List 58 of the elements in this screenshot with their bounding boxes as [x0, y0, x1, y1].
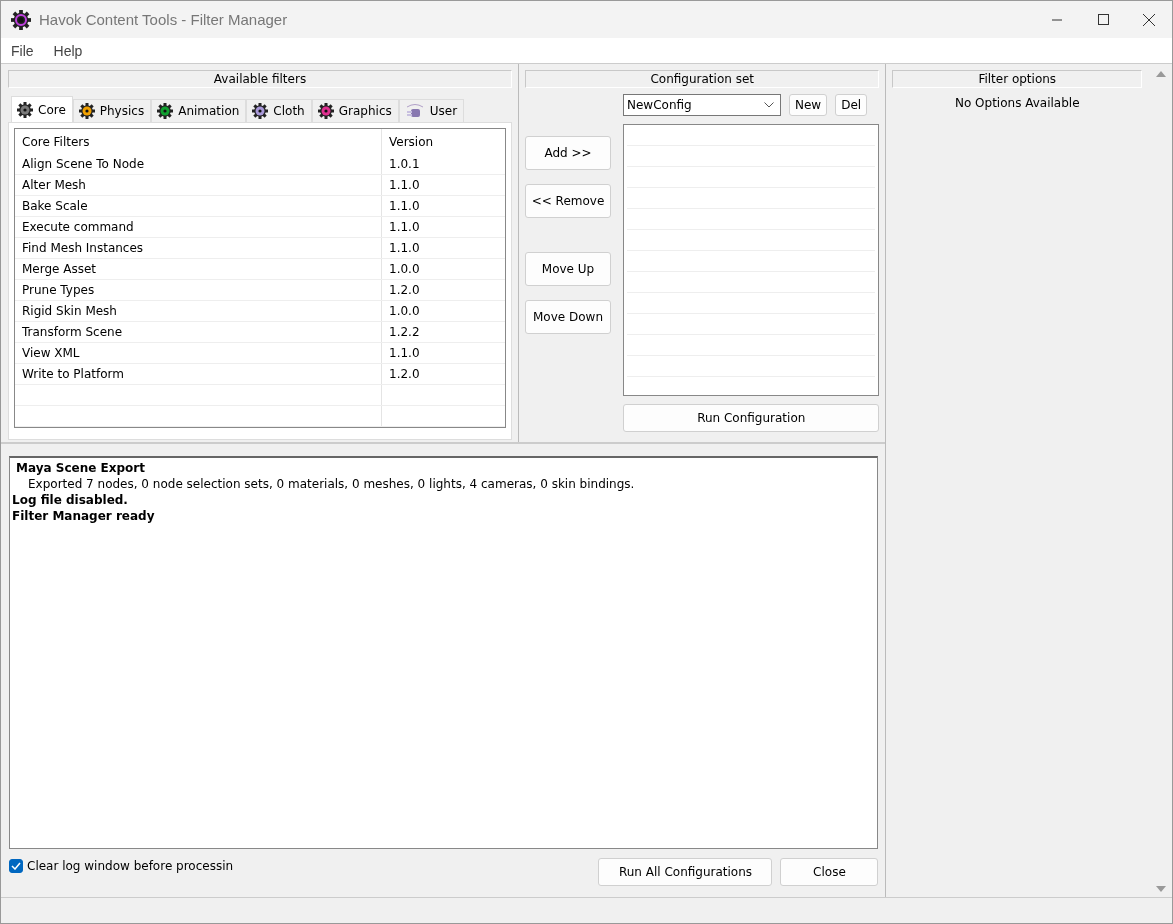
- table-cell-text: 1.1.0: [388, 198, 421, 215]
- table-cell: Execute command: [15, 217, 382, 237]
- checkbox[interactable]: [9, 859, 23, 873]
- config-dropdown[interactable]: NewConfig: [623, 94, 781, 116]
- maximize-icon[interactable]: [1097, 14, 1109, 25]
- run-configuration-button[interactable]: Run Configuration: [623, 404, 880, 432]
- column-header[interactable]: Version: [382, 129, 505, 154]
- table-cell-text: 1.1.0: [388, 177, 421, 194]
- log-line: Maya Scene Export: [15, 460, 146, 476]
- footer-button[interactable]: Run All Configurations: [598, 858, 773, 886]
- table-cell: Align Scene To Node: [15, 154, 382, 174]
- tab[interactable]: Physics: [72, 99, 152, 122]
- table-cell: Merge Asset: [15, 259, 382, 279]
- window-title: Havok Content Tools - Filter Manager: [39, 11, 289, 28]
- table-cell-text: 1.2.0: [388, 282, 421, 299]
- column-header[interactable]: Core Filters: [15, 129, 382, 154]
- panel-header: Available filters: [8, 70, 512, 88]
- table-cell: Find Mesh Instances: [15, 238, 382, 258]
- panel-header: Configuration set: [525, 70, 880, 88]
- log-line: Filter Manager ready: [12, 508, 156, 524]
- table-cell: Alter Mesh: [15, 175, 382, 195]
- close-icon[interactable]: [1143, 13, 1155, 26]
- menu-item[interactable]: Help: [47, 42, 89, 59]
- table-cell: Rigid Skin Mesh: [15, 301, 382, 321]
- app-logo-icon: [11, 9, 31, 30]
- plug-icon: [404, 103, 425, 119]
- table-cell-text: 1.0.1: [388, 156, 421, 173]
- move-button[interactable]: Move Down: [525, 300, 611, 334]
- log-line: Exported 7 nodes, 0 node selection sets, 0 materials, 0 meshes, 0 lights, 4 cameras, 0 skin bindings.: [27, 476, 636, 492]
- move-button[interactable]: << Remove: [525, 184, 611, 218]
- menu-item[interactable]: File: [5, 42, 40, 59]
- table-cell-text: 1.2.0: [388, 366, 421, 383]
- footer-button[interactable]: Close: [780, 858, 879, 886]
- log-line: Log file disabled.: [12, 492, 129, 508]
- table-cell: Prune Types: [15, 280, 382, 300]
- options-message: No Options Available: [953, 96, 1081, 110]
- table-cell-text: 1.1.0: [388, 240, 421, 257]
- table-cell: View XML: [15, 343, 382, 363]
- move-button[interactable]: Add >>: [525, 136, 611, 170]
- table-cell-text: 1.0.0: [388, 303, 421, 320]
- config-button[interactable]: New: [789, 94, 828, 116]
- checkbox-label: Clear log window before processin: [27, 859, 234, 873]
- move-button[interactable]: Move Up: [525, 252, 611, 286]
- table-cell-text: 1.1.0: [388, 345, 421, 362]
- table-cell-text: 1.2.2: [388, 324, 421, 341]
- panel-header: Filter options: [892, 70, 1143, 88]
- table-cell-text: 1.1.0: [388, 219, 421, 236]
- table-cell: Write to Platform: [15, 364, 382, 384]
- config-button[interactable]: Del: [835, 94, 868, 116]
- tab[interactable]: Cloth: [246, 99, 312, 122]
- tab[interactable]: Graphics: [311, 99, 399, 122]
- tab[interactable]: Core: [11, 96, 73, 122]
- tab[interactable]: User: [398, 99, 465, 122]
- table-cell: Bake Scale: [15, 196, 382, 216]
- tab[interactable]: Animation: [151, 99, 247, 122]
- table-cell-text: 1.0.0: [388, 261, 421, 278]
- table-cell: Transform Scene: [15, 322, 382, 342]
- chevron-down-icon: [764, 102, 774, 108]
